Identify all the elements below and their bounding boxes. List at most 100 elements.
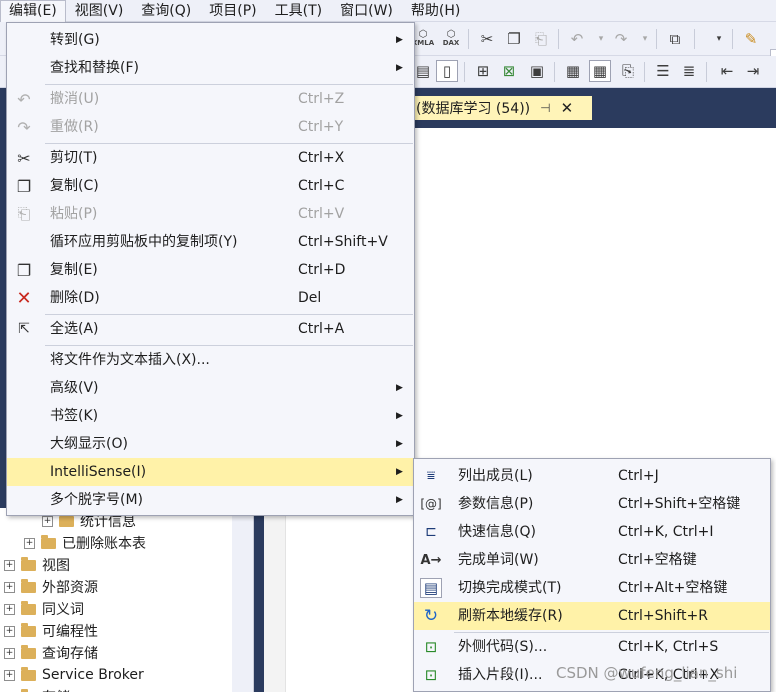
expand-icon[interactable]: + — [4, 647, 15, 659]
close-tab-icon[interactable]: ✕ — [561, 99, 574, 117]
submenu-arrow-icon: ▶ — [396, 439, 403, 449]
menu-item-toggle-completion[interactable]: ▤ 切换完成模式(T) Ctrl+Alt+空格键 — [414, 574, 770, 602]
comment-icon[interactable]: ☰ — [652, 60, 674, 82]
expand-icon[interactable]: + — [4, 603, 15, 615]
results-to-file-icon[interactable]: ⎘ — [617, 60, 639, 82]
menu-item-find-replace[interactable]: 查找和替换(F) ▶ — [7, 54, 414, 82]
dropdown-icon[interactable]: ▾ — [708, 28, 730, 50]
results-to-grid-icon[interactable]: ▦ — [589, 60, 611, 82]
duplicate-icon: ❐ — [16, 260, 32, 280]
undo-icon[interactable]: ↶ — [566, 28, 588, 50]
quick-info-icon: ⊏ — [425, 524, 437, 540]
menu-item-label: 复制(E) — [50, 262, 98, 278]
menu-window[interactable]: 窗口(W) — [331, 0, 402, 22]
increase-indent-icon[interactable]: ⇥ — [742, 60, 764, 82]
menu-item-outlining[interactable]: 大纲显示(O) ▶ — [7, 430, 414, 458]
tree-item[interactable]: + 存储 — [4, 686, 70, 692]
menu-help[interactable]: 帮助(H) — [402, 0, 469, 22]
menu-item-surround-with[interactable]: ⊡ 外侧代码(S)... Ctrl+K, Ctrl+S — [414, 633, 770, 661]
expand-icon[interactable]: + — [4, 581, 15, 593]
tree-item-label: 视图 — [42, 558, 70, 574]
undo-dropdown-icon[interactable]: ▾ — [590, 28, 612, 50]
menu-item-select-all[interactable]: ⇱ 全选(A) Ctrl+A — [7, 315, 414, 343]
menu-view[interactable]: 视图(V) — [66, 0, 133, 22]
folder-icon — [21, 644, 36, 659]
tree-item[interactable]: + 外部资源 — [4, 576, 98, 598]
expand-icon[interactable]: + — [4, 625, 15, 637]
folder-icon — [21, 666, 36, 681]
menu-item-label: 查找和替换(F) — [50, 60, 139, 76]
pin-icon[interactable]: ⊣ — [540, 101, 550, 115]
expand-icon[interactable]: + — [24, 537, 35, 549]
folder-icon — [59, 512, 74, 527]
menu-item-label: 撤消(U) — [50, 91, 100, 107]
tree-item[interactable]: + 同义词 — [4, 598, 84, 620]
menu-item-multiple-carets[interactable]: 多个脱字号(M) ▶ — [7, 486, 414, 514]
expand-icon[interactable]: + — [42, 515, 53, 527]
menu-edit[interactable]: 编辑(E) — [0, 0, 66, 22]
tree-item[interactable]: + Service Broker — [4, 664, 144, 686]
document-tab[interactable]: (数据库学习 (54)) ⊣ ✕ — [410, 96, 592, 120]
menu-item-duplicate[interactable]: ❐ 复制(E) Ctrl+D — [7, 256, 414, 284]
menu-item-quick-info[interactable]: ⊏ 快速信息(Q) Ctrl+K, Ctrl+I — [414, 518, 770, 546]
cut-icon[interactable]: ✂ — [476, 28, 498, 50]
decrease-indent-icon[interactable]: ⇤ — [716, 60, 738, 82]
tree-item[interactable]: + 可编程性 — [4, 620, 98, 642]
menu-item-refresh-local-cache[interactable]: ↻ 刷新本地缓存(R) Ctrl+Shift+R — [414, 602, 770, 630]
menu-item-complete-word[interactable]: A→ 完成单词(W) Ctrl+空格键 — [414, 546, 770, 574]
menu-item-paste[interactable]: ⎗ 粘贴(P) Ctrl+V — [7, 200, 414, 228]
redo-dropdown-icon[interactable]: ▾ — [634, 28, 656, 50]
tree-item[interactable]: + 视图 — [4, 554, 70, 576]
parse-icon[interactable]: ⊠ — [498, 60, 520, 82]
copy-icon[interactable]: ❐ — [503, 28, 525, 50]
tree-item[interactable]: + 已删除账本表 — [24, 532, 146, 554]
intellisense-submenu: ⩸ 列出成员(L) Ctrl+J [@] 参数信息(P) Ctrl+Shift+… — [413, 458, 771, 692]
menu-item-shortcut: Ctrl+K, Ctrl+S — [618, 639, 719, 655]
menu-item-shortcut: Del — [298, 290, 322, 306]
query-options-icon[interactable]: ▣ — [526, 60, 548, 82]
menu-item-parameter-info[interactable]: [@] 参数信息(P) Ctrl+Shift+空格键 — [414, 490, 770, 518]
menu-item-label: 完成单词(W) — [458, 552, 539, 568]
menu-item-list-members[interactable]: ⩸ 列出成员(L) Ctrl+J — [414, 462, 770, 490]
menu-item-advanced[interactable]: 高级(V) ▶ — [7, 374, 414, 402]
uncomment-icon[interactable]: ≣ — [678, 60, 700, 82]
toolbar-separator — [644, 62, 645, 82]
menu-item-shortcut: Ctrl+A — [298, 321, 345, 337]
menu-item-delete[interactable]: ✕ 删除(D) Del — [7, 284, 414, 312]
results-to-text-icon[interactable]: ▦ — [562, 60, 584, 82]
menu-item-label: 循环应用剪贴板中的复制项(Y) — [50, 234, 238, 250]
menu-item-label: 书签(K) — [50, 408, 99, 424]
redo-icon[interactable]: ↷ — [610, 28, 632, 50]
menu-item-insert-file[interactable]: 将文件作为文本插入(X)... — [7, 346, 414, 374]
menu-project[interactable]: 项目(P) — [200, 0, 265, 22]
menu-item-bookmarks[interactable]: 书签(K) ▶ — [7, 402, 414, 430]
tree-item-label: Service Broker — [42, 667, 144, 683]
menu-item-goto[interactable]: 转到(G) ▶ — [7, 26, 414, 54]
xmla-icon[interactable]: ⬡ XMLA — [412, 28, 434, 50]
results-text-icon[interactable]: ▯ — [436, 60, 458, 82]
toolbar-separator — [706, 62, 707, 82]
include-plan-icon[interactable]: ⊞ — [472, 60, 494, 82]
screenshot-icon[interactable]: ⧉ — [664, 28, 686, 50]
menu-item-redo[interactable]: ↷ 重做(R) Ctrl+Y — [7, 113, 414, 141]
menu-item-undo[interactable]: ↶ 撤消(U) Ctrl+Z — [7, 85, 414, 113]
highlight-icon[interactable]: ✎ — [740, 28, 762, 50]
menu-item-cut[interactable]: ✂ 剪切(T) Ctrl+X — [7, 144, 414, 172]
menu-item-intellisense[interactable]: IntelliSense(I) ▶ — [7, 458, 414, 486]
menu-item-label: 切换完成模式(T) — [458, 580, 562, 596]
paste-icon[interactable]: ⎗ — [530, 28, 552, 50]
expand-icon[interactable]: + — [4, 559, 15, 571]
folder-icon — [21, 622, 36, 637]
tree-item[interactable]: + 查询存储 — [4, 642, 98, 664]
results-grid-icon[interactable]: ▤ — [412, 60, 434, 82]
menu-item-cycle-clipboard[interactable]: 循环应用剪贴板中的复制项(Y) Ctrl+Shift+V — [7, 228, 414, 256]
dax-icon[interactable]: ⬡ DAX — [440, 28, 462, 50]
menu-item-shortcut: Ctrl+D — [298, 262, 346, 278]
menu-tools[interactable]: 工具(T) — [266, 0, 331, 22]
menu-item-copy[interactable]: ❐ 复制(C) Ctrl+C — [7, 172, 414, 200]
menu-item-label: 快速信息(Q) — [458, 524, 536, 540]
menu-item-shortcut: Ctrl+Shift+空格键 — [618, 496, 741, 512]
refresh-icon: ↻ — [423, 606, 439, 626]
expand-icon[interactable]: + — [4, 669, 15, 681]
menu-query[interactable]: 查询(Q) — [132, 0, 200, 22]
